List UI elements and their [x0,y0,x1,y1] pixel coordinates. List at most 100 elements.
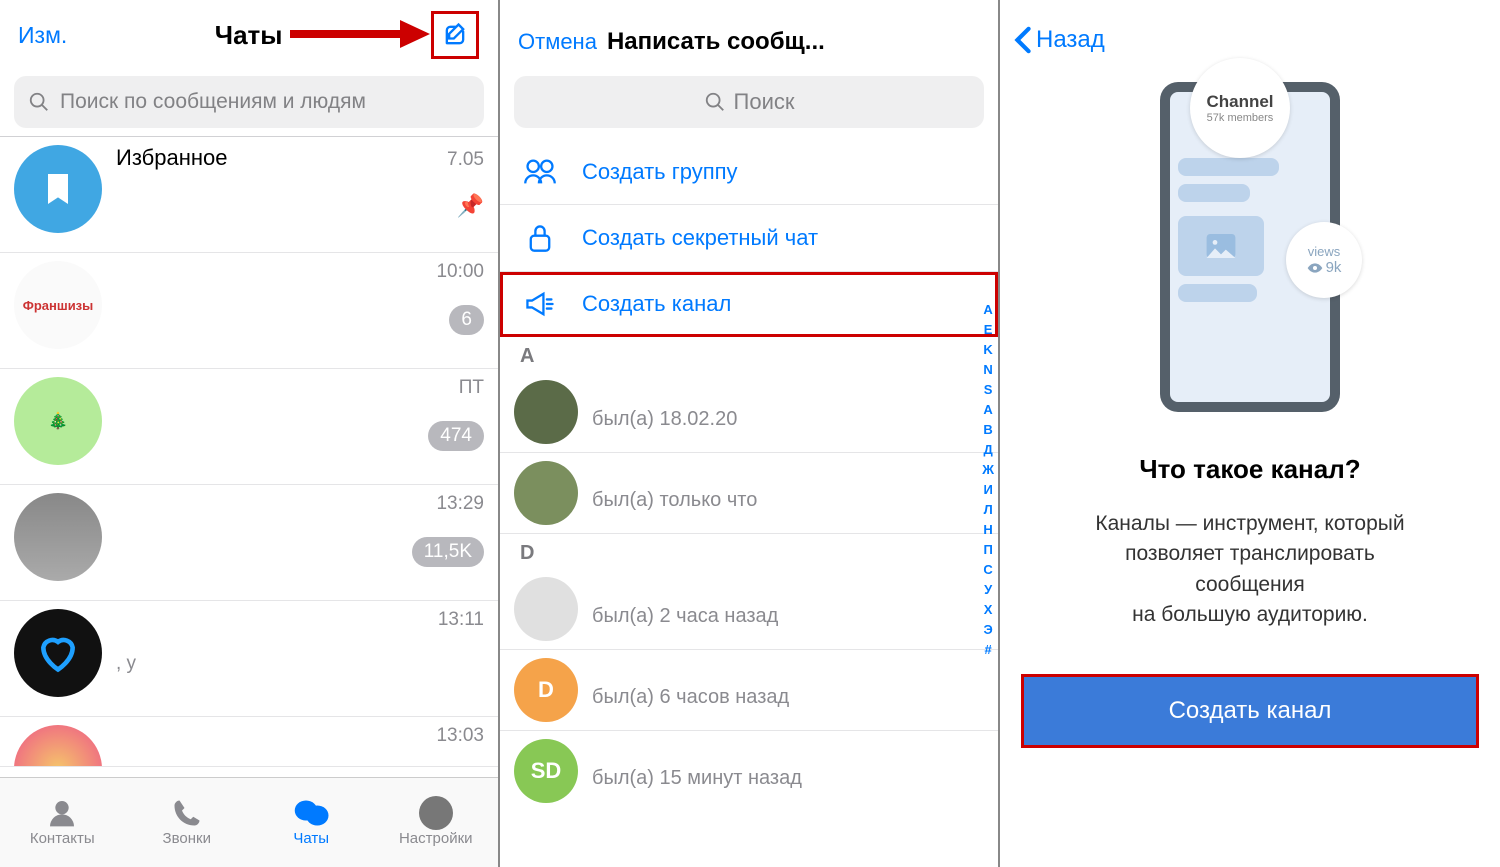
index-letter[interactable]: # [982,640,994,660]
cancel-button[interactable]: Отмена [518,29,597,55]
chat-time: 13:29 [436,493,484,515]
search-label: Поиск [734,89,795,115]
tab-settings[interactable]: Настройки [374,778,499,867]
views-badge: views 9k [1286,222,1362,298]
index-letter[interactable]: С [982,560,994,580]
contact-status: был(а) только что [592,489,757,512]
eye-icon [1307,262,1323,274]
channel-badge: Channel 57k members [1190,58,1290,158]
create-channel-highlight: Создать канал [1024,677,1476,745]
chat-row[interactable]: 13:03 [0,717,498,767]
index-letter[interactable]: K [982,340,994,360]
compose-button-highlight [430,10,480,60]
chat-row[interactable]: Избранное 7.05 📌 [0,137,498,253]
create-group-button[interactable]: Создать группу [500,140,998,205]
avatar [14,609,102,697]
unread-badge: 6 [449,305,484,335]
channel-intro-screen: Назад Channel 57k members views 9k [1000,0,1500,867]
contact-row[interactable]: SD был(а) 15 минут назад [500,731,998,811]
index-letter[interactable]: П [982,540,994,560]
chat-sub: , у [116,653,136,675]
compose-button[interactable] [431,11,479,59]
unread-badge: 11,5K [412,537,484,567]
heading: Что такое канал? [1000,454,1500,485]
tab-bar: Контакты Звонки Чаты Настройки [0,777,498,867]
tab-label: Контакты [30,830,95,847]
pin-icon: 📌 [457,193,484,219]
contact-status: был(а) 18.02.20 [592,408,737,431]
search-input[interactable]: Поиск [514,76,984,128]
search-input[interactable]: Поиск по сообщениям и людям [14,76,484,128]
chat-row[interactable]: 13:29 11,5K [0,485,498,601]
index-letter[interactable]: Д [982,440,994,460]
index-letter[interactable]: A [982,300,994,320]
index-letter[interactable]: Ж [982,460,994,480]
avatar [14,725,102,767]
edit-button[interactable]: Изм. [18,22,67,49]
action-label: Создать группу [582,159,738,185]
screen-title: Чаты [215,20,283,51]
create-channel-button[interactable]: Создать канал [500,272,998,337]
index-letter[interactable]: Х [982,600,994,620]
index-letter[interactable]: А [982,400,994,420]
tab-calls[interactable]: Звонки [125,778,250,867]
tab-label: Чаты [293,830,329,847]
avatar: Франшизы [14,261,102,349]
person-icon [43,798,81,828]
avatar: SD [514,739,578,803]
index-letter[interactable]: Н [982,520,994,540]
index-letter[interactable]: Л [982,500,994,520]
section-header: A [500,337,998,372]
compose-icon [441,21,469,49]
chat-row[interactable]: 13:11 , у [0,601,498,717]
chat-row[interactable]: Франшизы 10:00 6 [0,253,498,369]
chat-time: 7.05 [447,149,484,171]
bookmark-icon [38,169,78,209]
index-letter[interactable]: Э [982,620,994,640]
index-letter[interactable]: У [982,580,994,600]
contact-row[interactable]: был(а) 2 часа назад [500,569,998,650]
unread-badge: 474 [428,421,484,451]
index-letter[interactable]: В [982,420,994,440]
index-letter[interactable]: И [982,480,994,500]
avatar [14,493,102,581]
alphabet-index[interactable]: AEKNSАВДЖИЛНПСУХЭ# [982,300,994,660]
search-icon [704,91,726,113]
tab-label: Настройки [399,830,473,847]
contact-status: был(а) 2 часа назад [592,605,778,628]
contact-row[interactable]: был(а) только что [500,453,998,534]
action-label: Создать канал [582,291,731,317]
contact-status: был(а) 15 минут назад [592,767,802,790]
tab-chats[interactable]: Чаты [249,778,374,867]
chat-time: 13:11 [438,609,484,631]
chat-time: ПТ [459,377,484,399]
contact-row[interactable]: D был(а) 6 часов назад [500,650,998,731]
index-letter[interactable]: E [982,320,994,340]
index-letter[interactable]: S [982,380,994,400]
avatar: D [514,658,578,722]
screen-title: Написать сообщ... [607,28,825,56]
chat-time: 13:03 [436,725,484,747]
contact-row[interactable]: был(а) 18.02.20 [500,372,998,453]
action-label: Создать секретный чат [582,225,818,251]
section-header: D [500,534,998,569]
avatar: 🎄 [14,377,102,465]
contact-status: был(а) 6 часов назад [592,686,789,709]
search-placeholder: Поиск по сообщениям и людям [60,90,366,114]
header: Отмена Написать сообщ... [500,0,998,70]
group-icon [520,158,560,186]
avatar [514,577,578,641]
back-label: Назад [1036,26,1105,54]
chat-name: Избранное [116,145,228,171]
create-secret-chat-button[interactable]: Создать секретный чат [500,205,998,272]
phone-icon [168,798,206,828]
search-icon [28,91,50,113]
back-button[interactable]: Назад [1000,0,1500,64]
index-letter[interactable]: N [982,360,994,380]
megaphone-icon [520,290,560,318]
create-channel-button[interactable]: Создать канал [1024,677,1476,745]
chat-row[interactable]: 🎄 ПТ 474 [0,369,498,485]
chat-icon [292,798,330,828]
badge-sub: 57k members [1207,112,1274,124]
tab-contacts[interactable]: Контакты [0,778,125,867]
